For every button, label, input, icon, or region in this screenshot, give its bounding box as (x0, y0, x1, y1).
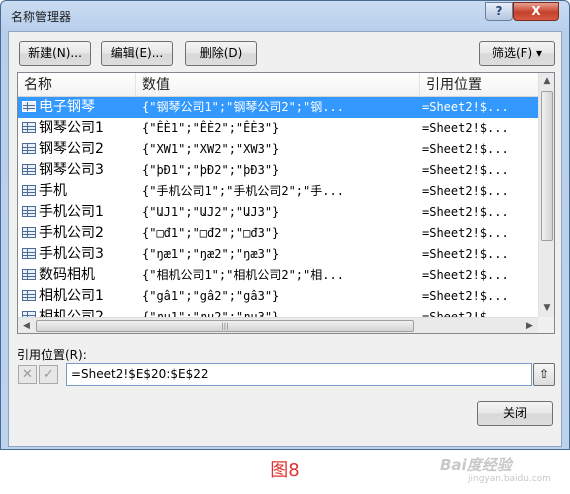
scroll-down-arrow-icon[interactable]: ▼ (539, 300, 554, 317)
vertical-scroll-thumb[interactable] (541, 91, 553, 241)
row-name: 钢琴公司3 (39, 162, 104, 178)
row-reference: =Sheet2!$... (422, 142, 509, 156)
defined-name-icon (22, 290, 36, 301)
row-value: {"钢琴公司1";"钢琴公司2";"钢... (142, 100, 344, 114)
row-name-cell: 钢琴公司1 (20, 118, 138, 139)
defined-name-icon (22, 206, 36, 217)
row-name: 手机公司2 (39, 225, 104, 241)
row-reference: =Sheet2!$... (422, 226, 509, 240)
row-reference: =Sheet2!$... (422, 247, 509, 261)
row-value: {"XW1";"XW2";"XW3"} (142, 142, 280, 156)
row-name-cell: 手机公司2 (20, 223, 138, 244)
table-row[interactable]: 钢琴公司1 {"ÊÈ1";"ÊÈ2";"ÊÈ3"} =Sheet2!$... (18, 118, 538, 139)
row-reference: =Sheet2!$... (422, 289, 509, 303)
defined-name-icon (22, 227, 36, 238)
row-name-cell: 数码相机 (20, 265, 138, 286)
edit-button[interactable]: 编辑(E)... (101, 41, 173, 66)
table-row[interactable]: 钢琴公司2 {"XW1";"XW2";"XW3"} =Sheet2!$... (18, 139, 538, 160)
vertical-scrollbar[interactable]: ▲ ▼ (538, 73, 554, 317)
new-button[interactable]: 新建(N)... (19, 41, 91, 66)
table-row[interactable]: 电子钢琴 {"钢琴公司1";"钢琴公司2";"钢... =Sheet2!$... (18, 97, 538, 118)
close-window-button[interactable]: X (513, 2, 559, 21)
table-row[interactable]: 手机公司3 {"ŋæ1";"ŋæ2";"ŋæ3"} =Sheet2!$... (18, 244, 538, 265)
collapse-dialog-icon[interactable]: ⇧ (533, 363, 555, 386)
row-reference: =Sheet2!$... (422, 205, 509, 219)
title-bar[interactable]: 名称管理器 ? X (1, 1, 569, 31)
table-row[interactable]: 钢琴公司3 {"þÐ1";"þÐ2";"þÐ3"} =Sheet2!$... (18, 160, 538, 181)
watermark-logo: Bai度经验 (440, 456, 512, 474)
scroll-left-arrow-icon[interactable]: ◀ (18, 318, 35, 333)
row-value: {"ŋæ1";"ŋæ2";"ŋæ3"} (142, 247, 280, 261)
defined-name-icon (22, 122, 36, 133)
row-name-cell: 相机公司1 (20, 286, 138, 307)
close-button[interactable]: 关闭 (477, 401, 553, 426)
row-reference: =Sheet2!$... (422, 100, 509, 114)
help-button[interactable]: ? (485, 2, 513, 21)
table-row[interactable]: 手机 {"手机公司1";"手机公司2";"手... =Sheet2!$... (18, 181, 538, 202)
row-value: {"ԱJ1";"ԱJ2";"ԱJ3"} (142, 205, 280, 219)
row-name-cell: 手机 (20, 181, 138, 202)
watermark-url: jingyan.baidu.com (468, 474, 552, 484)
row-name: 手机 (39, 183, 67, 199)
table-row[interactable]: 相机公司1 {"gâ1";"gâ2";"gâ3"} =Sheet2!$... (18, 286, 538, 307)
defined-name-icon (22, 269, 36, 280)
reference-label: 引用位置(R): (17, 348, 87, 362)
defined-name-icon (22, 101, 36, 112)
column-header-reference[interactable]: 引用位置 (420, 73, 538, 97)
row-name: 手机公司1 (39, 204, 104, 220)
table-row[interactable]: 手机公司1 {"ԱJ1";"ԱJ2";"ԱJ3"} =Sheet2!$... (18, 202, 538, 223)
row-reference: =Sheet2!$... (422, 184, 509, 198)
filter-button[interactable]: 筛选(F) ▾ (479, 41, 555, 66)
row-name-cell: 钢琴公司2 (20, 139, 138, 160)
row-reference: =Sheet2!$... (422, 163, 509, 177)
table-row[interactable]: 手机公司2 {"□đ1";"□đ2";"□đ3"} =Sheet2!$... (18, 223, 538, 244)
row-value: {"手机公司1";"手机公司2";"手... (142, 184, 344, 198)
scroll-right-arrow-icon[interactable]: ▶ (521, 318, 538, 333)
row-reference: =Sheet2!$... (422, 268, 509, 282)
list-rows: 电子钢琴 {"钢琴公司1";"钢琴公司2";"钢... =Sheet2!$... 钢琴… (18, 97, 538, 328)
defined-name-icon (22, 185, 36, 196)
scroll-up-arrow-icon[interactable]: ▲ (539, 73, 554, 90)
row-name-cell: 电子钢琴 (20, 97, 138, 118)
row-name: 相机公司1 (39, 288, 104, 304)
horizontal-scroll-thumb[interactable]: ||| (36, 320, 414, 332)
list-header: 名称 数值 引用位置 (18, 73, 538, 97)
row-name: 钢琴公司2 (39, 141, 104, 157)
row-value: {"ÊÈ1";"ÊÈ2";"ÊÈ3"} (142, 121, 280, 135)
column-header-name[interactable]: 名称 (18, 73, 136, 97)
horizontal-scrollbar[interactable]: ◀ ||| ▶ (18, 317, 538, 333)
row-name: 电子钢琴 (39, 99, 95, 115)
delete-button[interactable]: 删除(D) (185, 41, 257, 66)
row-value: {"相机公司1";"相机公司2";"相... (142, 268, 344, 282)
dialog-title: 名称管理器 (11, 10, 72, 24)
column-header-value[interactable]: 数值 (136, 73, 420, 97)
row-value: {"gâ1";"gâ2";"gâ3"} (142, 289, 280, 303)
row-name: 手机公司3 (39, 246, 104, 262)
row-name: 数码相机 (39, 267, 95, 283)
name-manager-dialog: 名称管理器 ? X 新建(N)... 编辑(E)... 删除(D) 筛选(F) … (0, 0, 570, 450)
reference-input[interactable]: =Sheet2!$E$20:$E$22 (66, 363, 532, 386)
scrollbar-corner (538, 317, 554, 333)
row-name-cell: 手机公司1 (20, 202, 138, 223)
defined-name-icon (22, 143, 36, 154)
defined-name-icon (22, 164, 36, 175)
row-value: {"□đ1";"□đ2";"□đ3"} (142, 226, 280, 240)
row-name: 钢琴公司1 (39, 120, 104, 136)
row-reference: =Sheet2!$... (422, 121, 509, 135)
table-row[interactable]: 数码相机 {"相机公司1";"相机公司2";"相... =Sheet2!$... (18, 265, 538, 286)
row-value: {"þÐ1";"þÐ2";"þÐ3"} (142, 163, 280, 177)
dialog-client-area: 新建(N)... 编辑(E)... 删除(D) 筛选(F) ▾ 名称 数值 引用… (8, 31, 562, 447)
row-name-cell: 钢琴公司3 (20, 160, 138, 181)
defined-name-icon (22, 248, 36, 259)
names-list[interactable]: 名称 数值 引用位置 电子钢琴 {"钢琴公司1";"钢琴公司2";"钢... =Sh… (17, 72, 555, 334)
confirm-edit-icon[interactable]: ✓ (39, 365, 58, 384)
cancel-edit-icon[interactable]: ✕ (18, 365, 37, 384)
row-name-cell: 手机公司3 (20, 244, 138, 265)
